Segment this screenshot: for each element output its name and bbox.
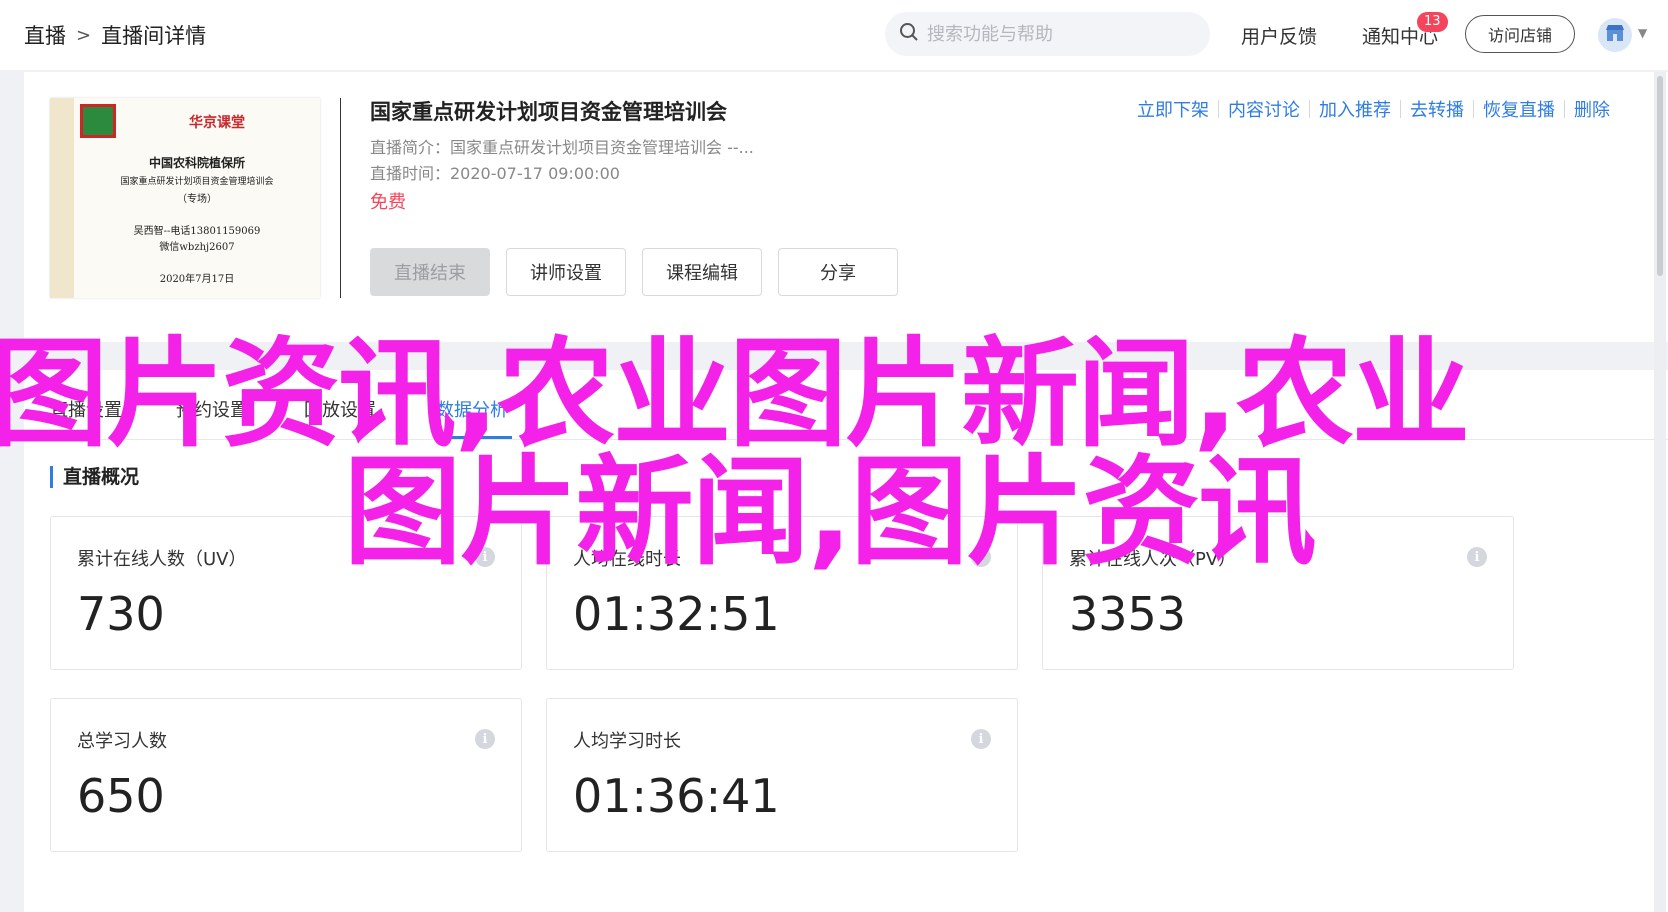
course-intro: 直播简介：国家重点研发计划项目资金管理培训会 --... (370, 138, 754, 157)
cover-contact1: 吴西智--电话13801159069 (133, 226, 261, 237)
stat-value: 730 (77, 587, 165, 641)
rebroadcast-link[interactable]: 去转播 (1410, 96, 1464, 122)
tab-bar: 直播设置 预约设置 回放设置 数据分析 (24, 370, 1668, 440)
course-price: 免费 (370, 192, 406, 213)
stat-label: 人均学习时长 (573, 731, 681, 752)
info-icon[interactable]: i (971, 729, 991, 749)
lecturer-settings-button[interactable]: 讲师设置 (506, 248, 626, 296)
active-tab-indicator (434, 436, 512, 439)
breadcrumb: 直播 > 直播间详情 (24, 20, 206, 50)
stat-value: 01:32:51 (573, 587, 780, 641)
stat-value: 650 (77, 769, 165, 823)
cover-line1: 国家重点研发计划项目资金管理培训会 (120, 177, 274, 187)
scrollbar-thumb[interactable] (1657, 76, 1663, 276)
stat-value: 3353 (1069, 587, 1187, 641)
stat-card: 累计在线人次（PV） i 3353 (1042, 516, 1514, 670)
tab-replay-settings[interactable]: 回放设置 (304, 396, 376, 422)
stat-card: 累计在线人数（UV） i 730 (50, 516, 522, 670)
course-cover-image: 华京课堂 中国农科院植保所 国家重点研发计划项目资金管理培训会 （专场） 吴西智… (50, 98, 320, 298)
end-live-button[interactable]: 直播结束 (370, 248, 490, 296)
tab-data-analysis[interactable]: 数据分析 (436, 396, 508, 422)
breadcrumb-separator: > (76, 24, 92, 46)
action-separator (1473, 100, 1474, 118)
search-input[interactable] (927, 23, 1187, 45)
stat-card: 总学习人数 i 650 (50, 698, 522, 852)
cover-org: 中国农科院植保所 (148, 156, 245, 170)
share-button[interactable]: 分享 (778, 248, 898, 296)
edit-course-button[interactable]: 课程编辑 (642, 248, 762, 296)
cover-brand: 华京课堂 (189, 115, 245, 131)
store-avatar[interactable] (1598, 18, 1632, 52)
info-icon[interactable]: i (971, 547, 991, 567)
resume-live-link[interactable]: 恢复直播 (1483, 96, 1555, 122)
tab-live-settings[interactable]: 直播设置 (50, 396, 122, 422)
course-info-card: 华京课堂 中国农科院植保所 国家重点研发计划项目资金管理培训会 （专场） 吴西智… (24, 72, 1668, 342)
delete-link[interactable]: 删除 (1574, 96, 1610, 122)
stat-card: 人均学习时长 i 01:36:41 (546, 698, 1018, 852)
action-separator (1564, 100, 1565, 118)
stat-value: 01:36:41 (573, 769, 780, 823)
info-icon[interactable]: i (475, 729, 495, 749)
action-separator (1218, 100, 1219, 118)
section-title: 直播概况 (50, 466, 139, 488)
notice-count-badge: 13 (1417, 12, 1448, 32)
recommend-link[interactable]: 加入推荐 (1319, 96, 1391, 122)
vertical-scrollbar[interactable] (1654, 72, 1666, 912)
course-time: 直播时间：2020-07-17 09:00:00 (370, 164, 620, 183)
discussion-link[interactable]: 内容讨论 (1228, 96, 1300, 122)
take-down-link[interactable]: 立即下架 (1137, 96, 1209, 122)
action-separator (1309, 100, 1310, 118)
action-separator (1400, 100, 1401, 118)
store-icon (1605, 24, 1625, 46)
course-actions: 立即下架 内容讨论 加入推荐 去转播 恢复直播 删除 (1137, 96, 1610, 122)
search-box[interactable] (885, 12, 1210, 56)
breadcrumb-root[interactable]: 直播 (24, 20, 66, 50)
stat-label: 累计在线人数（UV） (77, 549, 247, 570)
search-icon (899, 22, 919, 46)
info-icon[interactable]: i (1467, 547, 1487, 567)
stat-label: 累计在线人次（PV） (1069, 549, 1237, 570)
info-icon[interactable]: i (475, 547, 495, 567)
divider (340, 98, 341, 298)
course-title: 国家重点研发计划项目资金管理培训会 (370, 100, 727, 124)
cover-contact2: 微信wbzhj2607 (159, 242, 235, 253)
tab-booking-settings[interactable]: 预约设置 (176, 396, 248, 422)
visit-store-button[interactable]: 访问店铺 (1465, 15, 1575, 53)
stat-label: 人均在线时长 (573, 549, 681, 570)
cover-date: 2020年7月17日 (159, 274, 235, 285)
stat-card: 人均在线时长 i 01:32:51 (546, 516, 1018, 670)
main-panel: 直播设置 预约设置 回放设置 数据分析 直播概况 累计在线人数（UV） i 73… (24, 370, 1668, 912)
top-bar: 直播 > 直播间详情 用户反馈 通知中心 13 访问店铺 ▼ (0, 0, 1668, 70)
feedback-link[interactable]: 用户反馈 (1241, 22, 1317, 49)
cover-line2: （专场） (177, 194, 217, 205)
chevron-down-icon[interactable]: ▼ (1638, 26, 1647, 40)
breadcrumb-current: 直播间详情 (101, 24, 207, 48)
stat-label: 总学习人数 (77, 731, 167, 752)
